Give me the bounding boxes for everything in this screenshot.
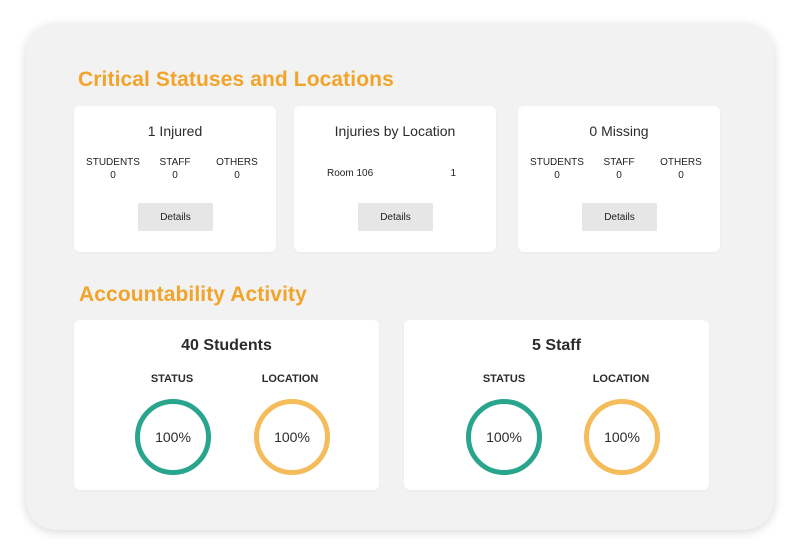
missing-count-students: STUDENTS 0 [526,156,588,182]
count-label: STUDENTS [530,157,584,168]
count-label: STAFF [603,157,635,168]
count-value: 0 [616,170,622,181]
staff-card-title: 5 Staff [532,337,581,354]
status-progress-ring: 100% [135,399,211,475]
injuries-by-location-title: Injuries by Location [334,123,456,139]
status-progress-ring: 100% [466,399,542,475]
count-label: OTHERS [216,157,258,168]
missing-card-title: 0 Missing [589,123,649,139]
location-label: LOCATION [261,373,319,385]
dashboard-panel: Critical Statuses and Locations 1 Injure… [26,24,774,530]
missing-count-staff: STAFF 0 [588,156,650,182]
location-percent: 100% [274,429,310,445]
location-label: LOCATION [592,373,650,385]
location-row: Room 106 1 [327,168,456,179]
accountability-section-title: Accountability Activity [79,283,307,306]
injured-count-staff: STAFF 0 [144,156,206,182]
injured-count-others: OTHERS 0 [206,156,268,182]
injuries-by-location-card: Injuries by Location Room 106 1 Details [294,106,496,252]
status-percent: 100% [155,429,191,445]
students-card: 40 Students STATUS LOCATION 100% 100% [74,320,379,490]
injured-counts: STUDENTS 0 STAFF 0 OTHERS 0 [74,156,276,182]
count-label: STAFF [159,157,191,168]
staff-card: 5 Staff STATUS LOCATION 100% 100% [404,320,709,490]
count-label: STUDENTS [86,157,140,168]
missing-details-button[interactable]: Details [582,203,657,231]
students-card-title: 40 Students [181,337,272,354]
count-value: 0 [234,170,240,181]
location-progress-ring: 100% [254,399,330,475]
injured-card: 1 Injured STUDENTS 0 STAFF 0 OTHERS 0 De… [74,106,276,252]
injuries-by-location-details-button[interactable]: Details [358,203,433,231]
missing-card: 0 Missing STUDENTS 0 STAFF 0 OTHERS 0 De… [518,106,720,252]
status-label: STATUS [150,373,194,385]
location-percent: 100% [604,429,640,445]
critical-section-title: Critical Statuses and Locations [78,68,394,91]
injured-card-title: 1 Injured [147,123,203,139]
location-progress-ring: 100% [584,399,660,475]
count-value: 0 [110,170,116,181]
location-count: 1 [450,168,456,179]
count-value: 0 [554,170,560,181]
injured-details-button[interactable]: Details [138,203,213,231]
count-value: 0 [678,170,684,181]
injured-count-students: STUDENTS 0 [82,156,144,182]
location-name: Room 106 [327,168,374,179]
status-percent: 100% [486,429,522,445]
missing-count-others: OTHERS 0 [650,156,712,182]
count-value: 0 [172,170,178,181]
missing-counts: STUDENTS 0 STAFF 0 OTHERS 0 [518,156,720,182]
count-label: OTHERS [660,157,702,168]
status-label: STATUS [482,373,526,385]
